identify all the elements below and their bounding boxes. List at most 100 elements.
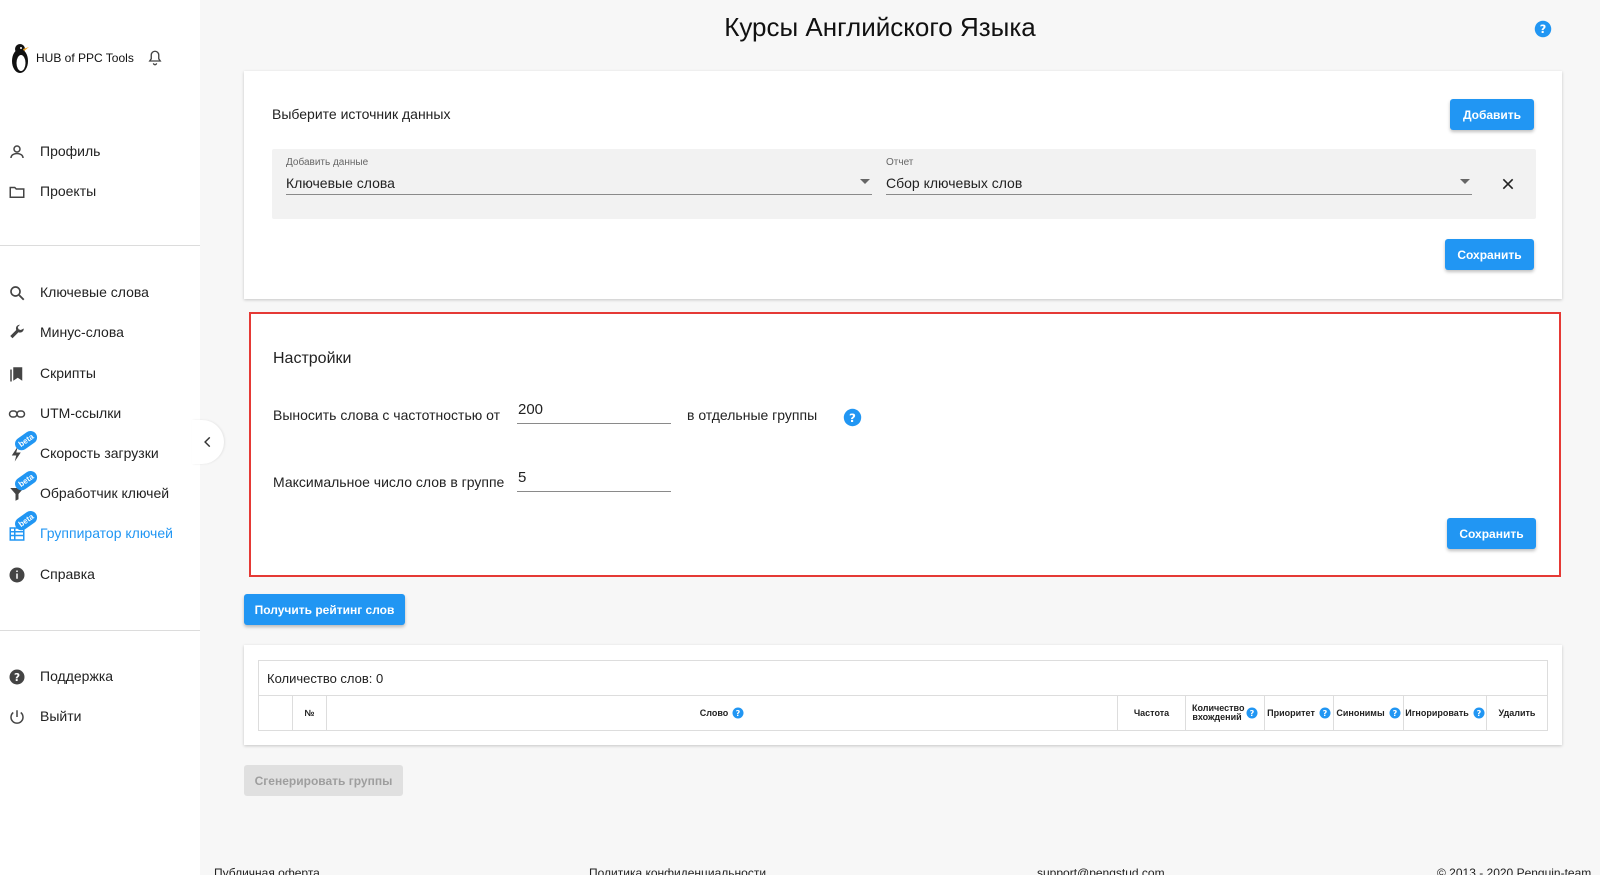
bell-icon[interactable] [146, 49, 164, 67]
settings-title: Настройки [273, 350, 352, 367]
svg-text:?: ? [1250, 709, 1255, 718]
report-select[interactable]: Отчет Сбор ключевых слов [886, 157, 1472, 195]
brand[interactable]: HUB of PPC Tools [8, 40, 164, 76]
info-icon [9, 567, 25, 583]
word-count-text: Количество слов: 0 [267, 671, 384, 686]
help-icon[interactable]: ? [1246, 707, 1258, 719]
sidebar-item-label: Скорость загрузки [40, 445, 159, 461]
words-table-card: Количество слов: 0 № Слово? Частота Коли… [244, 645, 1562, 745]
sidebar-item-projects[interactable]: Проекты [0, 171, 200, 211]
add-button[interactable]: Добавить [1450, 99, 1534, 130]
help-circle-icon: ? [9, 669, 25, 685]
sidebar-item-label: Справка [40, 566, 95, 582]
frequency-label: Выносить слова с частотностью от [273, 407, 501, 423]
sidebar: HUB of PPC Tools Профиль Проекты Ключевы… [0, 0, 200, 875]
save-source-button[interactable]: Сохранить [1445, 239, 1534, 270]
search-icon [10, 286, 25, 301]
sidebar-item-label: Группиратор ключей [40, 525, 173, 541]
sidebar-item-label: Минус-слова [40, 324, 124, 340]
caret-down-icon [860, 179, 870, 184]
svg-text:?: ? [1476, 709, 1481, 718]
close-icon[interactable] [1500, 176, 1516, 192]
sidebar-item-label: Профиль [40, 143, 101, 159]
chevron-left-icon [204, 436, 211, 448]
support-email-link[interactable]: support@pengstud.com [1037, 866, 1165, 875]
svg-text:?: ? [1323, 709, 1328, 718]
sidebar-item-keywords[interactable]: Ключевые слова [0, 272, 200, 312]
wrench-icon [10, 324, 24, 339]
caret-down-icon [1460, 179, 1470, 184]
sidebar-item-label: Выйти [40, 708, 82, 724]
max-words-input[interactable] [517, 464, 671, 492]
col-occurrences: Количество вхождений? [1186, 696, 1265, 730]
help-icon[interactable]: ? [1319, 707, 1331, 719]
get-rating-button[interactable]: Получить рейтинг слов [244, 594, 405, 625]
sidebar-item-key-processor[interactable]: beta Обработчик ключей [0, 468, 200, 513]
sidebar-item-help[interactable]: Справка [0, 554, 200, 594]
sidebar-item-utm[interactable]: UTM-ссылки [0, 393, 200, 433]
help-icon[interactable]: ? [1534, 20, 1552, 38]
sidebar-item-profile[interactable]: Профиль [0, 131, 200, 171]
page-title: Курсы Английского Языка [724, 12, 1036, 42]
svg-text:?: ? [1540, 23, 1547, 36]
save-settings-button[interactable]: Сохранить [1447, 518, 1536, 549]
sidebar-item-minus-words[interactable]: Минус-слова [0, 312, 200, 352]
power-icon [10, 710, 24, 724]
sidebar-divider [0, 245, 200, 246]
svg-text:?: ? [849, 411, 856, 425]
penguin-logo-icon [12, 44, 29, 73]
add-data-select[interactable]: Добавить данные Ключевые слова [286, 157, 872, 195]
col-synonyms-label: Синонимы [1336, 707, 1385, 718]
word-count: Количество слов: 0 [258, 660, 1548, 696]
data-source-card: Выберите источник данных Добавить Добави… [244, 71, 1562, 299]
col-occurrences-label: Количество вхождений [1192, 703, 1245, 722]
col-synonyms: Синонимы? [1334, 696, 1404, 730]
frequency-input[interactable] [517, 396, 671, 424]
col-number: № [293, 696, 327, 730]
col-frequency: Частота [1118, 696, 1186, 730]
generate-groups-button[interactable]: Сгенерировать группы [244, 765, 403, 796]
sidebar-item-label: UTM-ссылки [40, 405, 122, 421]
col-ignore-label: Игнорировать [1405, 707, 1469, 718]
settings-card: Настройки Выносить слова с частотностью … [249, 312, 1561, 577]
link-icon [8, 410, 26, 418]
report-value: Сбор ключевых слов [886, 175, 1023, 191]
col-select [259, 696, 293, 730]
sidebar-item-label: Ключевые слова [40, 284, 149, 300]
bookmarks-icon [10, 367, 23, 382]
sidebar-item-label: Проекты [40, 183, 97, 199]
add-data-caption: Добавить данные [286, 157, 369, 168]
collapse-sidebar-button[interactable] [192, 420, 224, 464]
copyright: © 2013 - 2020 Penguin-team [1437, 866, 1592, 875]
public-offer-link[interactable]: Публичная оферта [214, 866, 320, 875]
help-icon[interactable]: ? [1473, 707, 1485, 719]
sidebar-item-support[interactable]: ? Поддержка [0, 656, 200, 696]
col-priority-label: Приоритет [1267, 707, 1315, 718]
sidebar-item-scripts[interactable]: Скрипты [0, 353, 200, 393]
privacy-policy-link[interactable]: Политика конфиденциальности [589, 866, 766, 875]
sidebar-divider [0, 630, 200, 631]
folder-icon [9, 186, 25, 198]
col-ignore: Игнорировать? [1404, 696, 1487, 730]
sidebar-item-label: Скрипты [40, 365, 96, 381]
sidebar-item-logout[interactable]: Выйти [0, 696, 200, 736]
data-source-title: Выберите источник данных [272, 106, 451, 122]
sidebar-item-label: Поддержка [40, 668, 114, 684]
table-header: № Слово? Частота Количество вхождений? П… [258, 695, 1548, 731]
col-word-label: Слово [699, 707, 729, 718]
sidebar-item-label: Обработчик ключей [40, 485, 170, 501]
svg-text:?: ? [1392, 709, 1397, 718]
brand-name: HUB of PPC Tools [36, 51, 134, 65]
col-priority: Приоритет? [1265, 696, 1334, 730]
help-icon[interactable]: ? [1389, 707, 1401, 719]
col-word: Слово? [327, 696, 1118, 730]
frequency-suffix: в отдельные группы [687, 407, 818, 423]
data-source-row: Добавить данные Ключевые слова Отчет Сбо… [272, 149, 1536, 219]
help-icon[interactable]: ? [732, 707, 744, 719]
help-icon[interactable]: ? [843, 408, 862, 427]
sidebar-item-speed[interactable]: beta Скорость загрузки [0, 428, 200, 473]
svg-text:?: ? [736, 709, 741, 718]
add-data-value: Ключевые слова [286, 175, 395, 191]
report-caption: Отчет [886, 157, 914, 168]
sidebar-item-key-grouper[interactable]: beta Группиратор ключей [0, 508, 200, 553]
